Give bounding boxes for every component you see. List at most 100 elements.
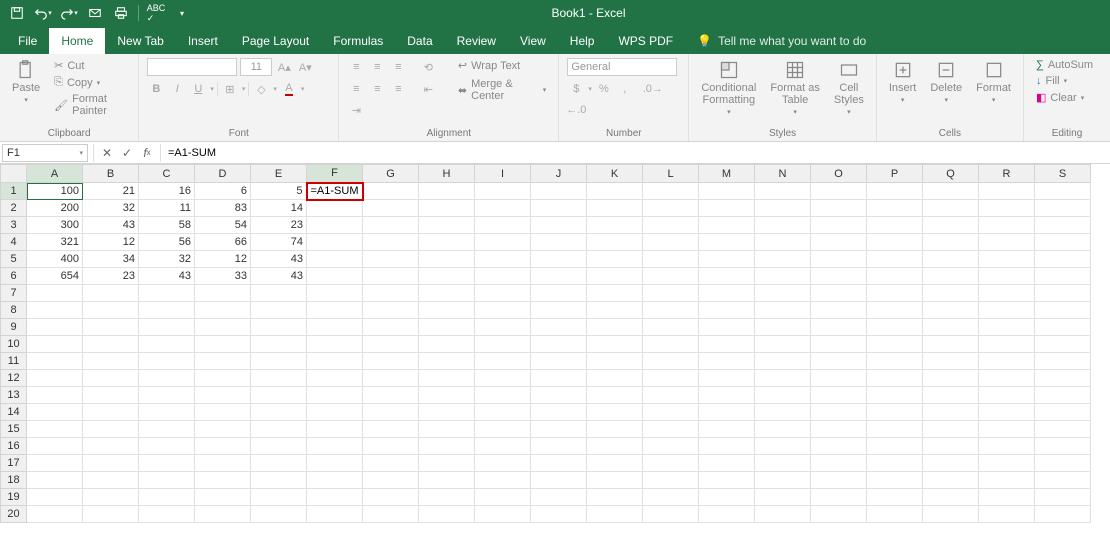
cell-G14[interactable] [363, 404, 419, 421]
fill-color-button[interactable]: ◇ [252, 80, 270, 98]
cell-M5[interactable] [699, 251, 755, 268]
col-header-H[interactable]: H [419, 165, 475, 183]
cell-F4[interactable] [307, 234, 363, 251]
fx-icon[interactable]: fx [137, 143, 157, 163]
cell-D2[interactable]: 83 [195, 200, 251, 217]
tab-review[interactable]: Review [445, 28, 508, 54]
cell-N15[interactable] [755, 421, 811, 438]
cell-F10[interactable] [307, 336, 363, 353]
cell-N17[interactable] [755, 455, 811, 472]
row-header-17[interactable]: 17 [1, 455, 27, 472]
cell-C6[interactable]: 43 [139, 268, 195, 285]
cell-E5[interactable]: 43 [251, 251, 307, 268]
cell-G6[interactable] [363, 268, 419, 285]
cell-E18[interactable] [251, 472, 307, 489]
cell-M1[interactable] [699, 183, 755, 200]
cell-C15[interactable] [139, 421, 195, 438]
cell-J9[interactable] [531, 319, 587, 336]
cell-I5[interactable] [475, 251, 531, 268]
cell-G5[interactable] [363, 251, 419, 268]
align-middle-icon[interactable]: ≡ [368, 58, 386, 76]
increase-indent-icon[interactable]: ⇥ [347, 101, 365, 119]
cell-N5[interactable] [755, 251, 811, 268]
cell-M3[interactable] [699, 217, 755, 234]
cell-L5[interactable] [643, 251, 699, 268]
cell-P15[interactable] [867, 421, 923, 438]
cell-O3[interactable] [811, 217, 867, 234]
cell-K14[interactable] [587, 404, 643, 421]
cell-P8[interactable] [867, 302, 923, 319]
col-header-B[interactable]: B [83, 165, 139, 183]
cell-E16[interactable] [251, 438, 307, 455]
cell-D11[interactable] [195, 353, 251, 370]
cell-R19[interactable] [979, 489, 1035, 506]
cell-M4[interactable] [699, 234, 755, 251]
cell-P16[interactable] [867, 438, 923, 455]
cell-G4[interactable] [363, 234, 419, 251]
cell-O9[interactable] [811, 319, 867, 336]
row-header-3[interactable]: 3 [1, 217, 27, 234]
row-header-20[interactable]: 20 [1, 506, 27, 523]
bold-button[interactable]: B [147, 80, 165, 98]
cell-J5[interactable] [531, 251, 587, 268]
cell-I1[interactable] [475, 183, 531, 200]
decrease-decimal-icon[interactable]: ←.0 [567, 101, 585, 119]
cell-P5[interactable] [867, 251, 923, 268]
cell-M12[interactable] [699, 370, 755, 387]
cell-R9[interactable] [979, 319, 1035, 336]
col-header-K[interactable]: K [587, 165, 643, 183]
tab-file[interactable]: File [6, 28, 49, 54]
cell-O4[interactable] [811, 234, 867, 251]
cell-D19[interactable] [195, 489, 251, 506]
cell-F3[interactable] [307, 217, 363, 234]
cell-D15[interactable] [195, 421, 251, 438]
cell-E19[interactable] [251, 489, 307, 506]
cell-L3[interactable] [643, 217, 699, 234]
row-header-12[interactable]: 12 [1, 370, 27, 387]
cell-P13[interactable] [867, 387, 923, 404]
cell-M9[interactable] [699, 319, 755, 336]
cell-Q1[interactable] [923, 183, 979, 200]
cell-L10[interactable] [643, 336, 699, 353]
cell-P6[interactable] [867, 268, 923, 285]
row-header-4[interactable]: 4 [1, 234, 27, 251]
tab-help[interactable]: Help [558, 28, 607, 54]
row-header-5[interactable]: 5 [1, 251, 27, 268]
cell-H4[interactable] [419, 234, 475, 251]
cell-I20[interactable] [475, 506, 531, 523]
cell-O11[interactable] [811, 353, 867, 370]
cell-C2[interactable]: 11 [139, 200, 195, 217]
col-header-C[interactable]: C [139, 165, 195, 183]
cell-A9[interactable] [27, 319, 83, 336]
row-header-2[interactable]: 2 [1, 200, 27, 217]
tab-formulas[interactable]: Formulas [321, 28, 395, 54]
cell-S8[interactable] [1035, 302, 1091, 319]
undo-icon[interactable]: ▾ [32, 2, 54, 24]
cell-M16[interactable] [699, 438, 755, 455]
cell-I12[interactable] [475, 370, 531, 387]
col-header-O[interactable]: O [811, 165, 867, 183]
cell-I9[interactable] [475, 319, 531, 336]
cell-S12[interactable] [1035, 370, 1091, 387]
col-header-D[interactable]: D [195, 165, 251, 183]
cell-H16[interactable] [419, 438, 475, 455]
cell-G11[interactable] [363, 353, 419, 370]
cell-L17[interactable] [643, 455, 699, 472]
cell-B9[interactable] [83, 319, 139, 336]
cell-L14[interactable] [643, 404, 699, 421]
cell-N12[interactable] [755, 370, 811, 387]
cell-styles-button[interactable]: Cell Styles▾ [830, 58, 868, 118]
cell-G15[interactable] [363, 421, 419, 438]
cell-S13[interactable] [1035, 387, 1091, 404]
cell-P14[interactable] [867, 404, 923, 421]
cell-C19[interactable] [139, 489, 195, 506]
font-size-input[interactable] [240, 58, 272, 76]
cell-K9[interactable] [587, 319, 643, 336]
cell-D20[interactable] [195, 506, 251, 523]
cell-O10[interactable] [811, 336, 867, 353]
cell-G20[interactable] [363, 506, 419, 523]
cell-J7[interactable] [531, 285, 587, 302]
cell-K11[interactable] [587, 353, 643, 370]
cell-J20[interactable] [531, 506, 587, 523]
tab-page-layout[interactable]: Page Layout [230, 28, 321, 54]
